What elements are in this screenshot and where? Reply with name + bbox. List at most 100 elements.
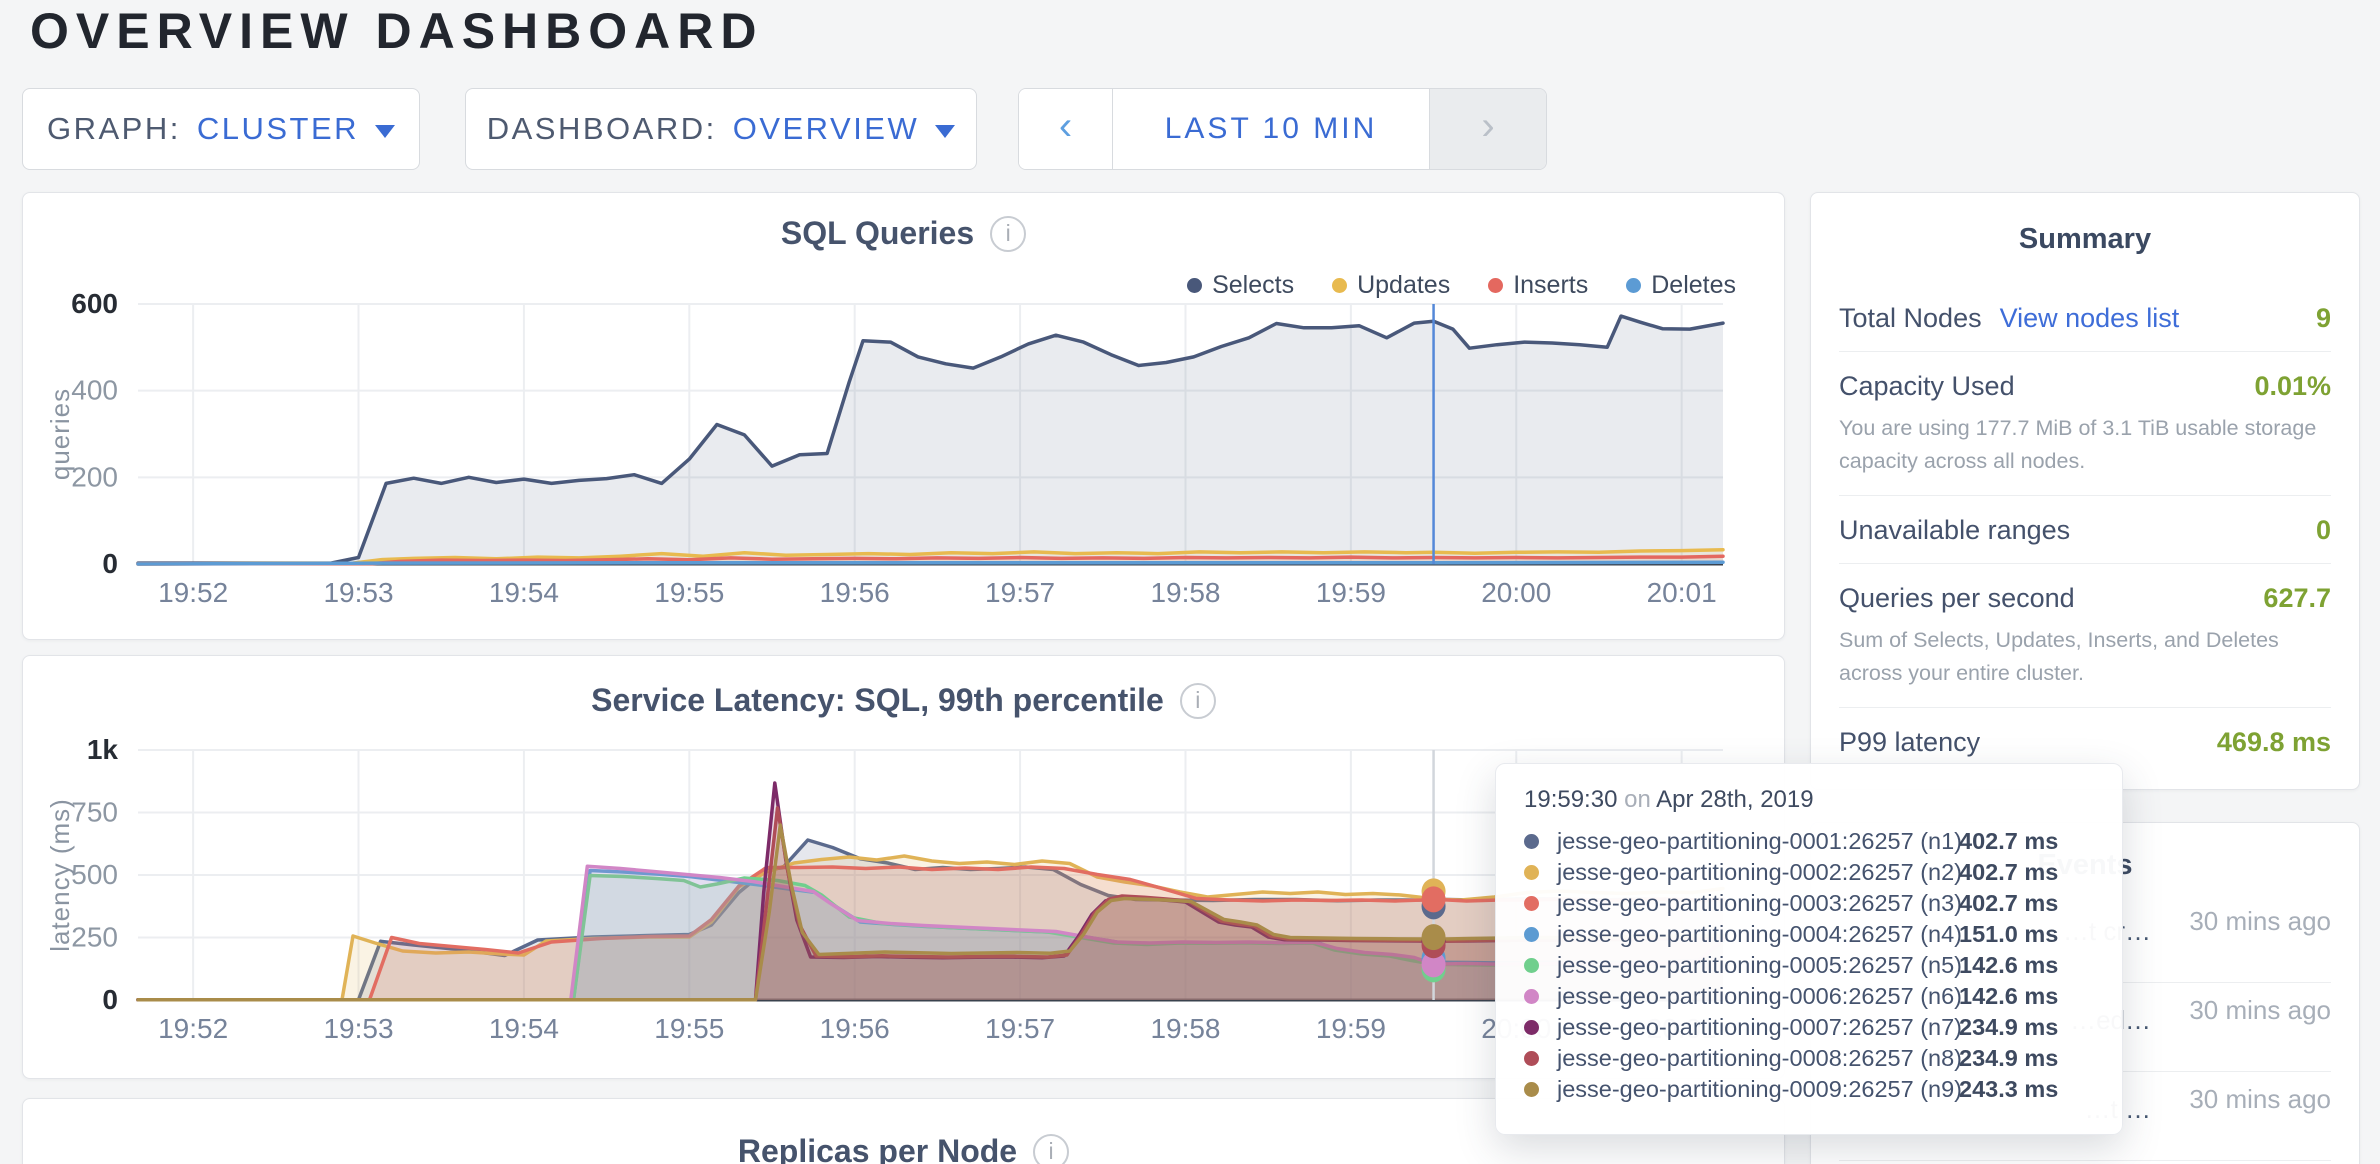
svg-text:19:53: 19:53 <box>323 577 393 608</box>
tooltip-node-name: jesse-geo-partitioning-0009:26257 (n9) <box>1557 1076 1959 1103</box>
tooltip-row: jesse-geo-partitioning-0008:26257 (n8)23… <box>1524 1043 2094 1074</box>
time-range-selector: ‹ LAST 10 MIN › <box>1018 88 1547 170</box>
summary-value: 469.8 ms <box>2217 727 2331 758</box>
time-next-button[interactable]: › <box>1429 89 1546 169</box>
node-dot-icon <box>1524 896 1539 911</box>
tooltip-node-value: 234.9 ms <box>1959 1014 2058 1041</box>
info-icon[interactable]: i <box>1180 683 1216 719</box>
svg-text:400: 400 <box>71 375 118 406</box>
tooltip-row: jesse-geo-partitioning-0007:26257 (n7)23… <box>1524 1012 2094 1043</box>
tooltip-node-value: 402.7 ms <box>1959 890 2058 917</box>
tooltip-date: Apr 28th, 2019 <box>1656 786 1813 813</box>
svg-text:19:57: 19:57 <box>985 577 1055 608</box>
tooltip-node-value: 142.6 ms <box>1959 952 2058 979</box>
svg-text:19:54: 19:54 <box>489 577 559 608</box>
svg-text:19:52: 19:52 <box>158 577 228 608</box>
summary-label: P99 latency <box>1839 727 1980 758</box>
sql-queries-title: SQL Queries <box>781 215 974 252</box>
summary-value: 9 <box>2316 303 2331 334</box>
svg-text:19:53: 19:53 <box>323 1013 393 1044</box>
info-icon[interactable]: i <box>1033 1134 1069 1164</box>
view-nodes-link[interactable]: View nodes list <box>2000 303 2180 334</box>
tooltip-node-name: jesse-geo-partitioning-0004:26257 (n4) <box>1557 921 1959 948</box>
tooltip-node-name: jesse-geo-partitioning-0008:26257 (n8) <box>1557 1045 1959 1072</box>
graph-dropdown[interactable]: GRAPH: CLUSTER <box>22 88 420 170</box>
tooltip-node-name: jesse-geo-partitioning-0001:26257 (n1) <box>1557 828 1959 855</box>
svg-text:19:59: 19:59 <box>1316 1013 1386 1044</box>
tooltip-node-value: 234.9 ms <box>1959 1045 2058 1072</box>
tooltip-time: 19:59:30 <box>1524 786 1617 813</box>
service-latency-title: Service Latency: SQL, 99th percentile <box>591 682 1164 719</box>
svg-text:19:57: 19:57 <box>985 1013 1055 1044</box>
svg-text:0: 0 <box>102 548 118 579</box>
tooltip-node-name: jesse-geo-partitioning-0002:26257 (n2) <box>1557 859 1959 886</box>
svg-text:19:58: 19:58 <box>1150 577 1220 608</box>
summary-label: Queries per second <box>1839 583 2075 614</box>
node-dot-icon <box>1524 989 1539 1004</box>
dashboard-dropdown[interactable]: DASHBOARD: OVERVIEW <box>465 88 977 170</box>
chevron-right-icon: › <box>1481 104 1494 149</box>
dashboard-dropdown-value: OVERVIEW <box>733 111 920 147</box>
dashboard-dropdown-label: DASHBOARD: <box>487 111 717 147</box>
tooltip-node-value: 402.7 ms <box>1959 859 2058 886</box>
overview-dashboard-page: OVERVIEW DASHBOARD GRAPH: CLUSTER DASHBO… <box>0 0 2380 1164</box>
node-dot-icon <box>1524 927 1539 942</box>
svg-text:19:56: 19:56 <box>820 577 890 608</box>
tooltip-node-name: jesse-geo-partitioning-0007:26257 (n7) <box>1557 1014 1959 1041</box>
node-dot-icon <box>1524 834 1539 849</box>
svg-text:19:56: 19:56 <box>820 1013 890 1044</box>
chevron-down-icon <box>375 125 395 138</box>
summary-label: Capacity Used <box>1839 371 2015 402</box>
svg-text:750: 750 <box>71 797 118 828</box>
time-prev-button[interactable]: ‹ <box>1019 89 1113 169</box>
node-dot-icon <box>1524 1082 1539 1097</box>
tooltip-node-name: jesse-geo-partitioning-0006:26257 (n6) <box>1557 983 1959 1010</box>
svg-text:200: 200 <box>71 461 118 492</box>
sql-queries-card: SQL Queries i SelectsUpdatesInsertsDelet… <box>22 192 1785 640</box>
page-title: OVERVIEW DASHBOARD <box>30 2 763 60</box>
summary-caption: Sum of Selects, Updates, Inserts, and De… <box>1839 624 2331 690</box>
summary-value: 0.01% <box>2254 371 2331 402</box>
event-time: 30 mins ago <box>2161 991 2331 1027</box>
graph-dropdown-label: GRAPH: <box>47 111 181 147</box>
summary-label: Unavailable ranges <box>1839 515 2070 546</box>
info-icon[interactable]: i <box>990 216 1026 252</box>
summary-caption: You are using 177.7 MiB of 3.1 TiB usabl… <box>1839 412 2331 478</box>
tooltip-row: jesse-geo-partitioning-0005:26257 (n5)14… <box>1524 950 2094 981</box>
node-dot-icon <box>1524 1020 1539 1035</box>
svg-text:1k: 1k <box>87 734 119 765</box>
tooltip-node-name: jesse-geo-partitioning-0003:26257 (n3) <box>1557 890 1959 917</box>
time-range-label[interactable]: LAST 10 MIN <box>1113 89 1429 169</box>
svg-text:queries: queries <box>45 388 75 480</box>
tooltip-row: jesse-geo-partitioning-0009:26257 (n9)24… <box>1524 1074 2094 1105</box>
summary-value: 627.7 <box>2263 583 2331 614</box>
svg-text:19:58: 19:58 <box>1150 1013 1220 1044</box>
svg-text:250: 250 <box>71 922 118 953</box>
svg-text:19:55: 19:55 <box>654 577 724 608</box>
svg-text:19:54: 19:54 <box>489 1013 559 1044</box>
replicas-per-node-title: Replicas per Node <box>738 1133 1017 1164</box>
svg-text:latency (ms): latency (ms) <box>45 798 75 952</box>
summary-row: Capacity Used 0.01% You are using 177.7 Mi… <box>1839 352 2331 496</box>
graph-dropdown-value: CLUSTER <box>197 111 359 147</box>
summary-value: 0 <box>2316 515 2331 546</box>
summary-row: Total Nodes View nodes list 9 <box>1839 284 2331 352</box>
node-dot-icon <box>1524 1051 1539 1066</box>
svg-text:19:52: 19:52 <box>158 1013 228 1044</box>
tooltip-node-value: 142.6 ms <box>1959 983 2058 1010</box>
sql-queries-chart[interactable]: 0 200 400 600 19:52 19:53 19:54 19:55 19:56 19:57… <box>43 289 1766 638</box>
svg-text:500: 500 <box>71 859 118 890</box>
svg-text:600: 600 <box>71 289 118 319</box>
event-time: 30 mins ago <box>2161 902 2331 938</box>
summary-row: Unavailable ranges 0 <box>1839 496 2331 564</box>
tooltip-conjunction: on <box>1624 786 1651 813</box>
tooltip-node-value: 402.7 ms <box>1959 828 2058 855</box>
event-time: 30 mins ago <box>2161 1080 2331 1116</box>
summary-title: Summary <box>1839 223 2331 256</box>
svg-text:0: 0 <box>102 984 118 1015</box>
tooltip-rows: jesse-geo-partitioning-0001:26257 (n1)40… <box>1524 826 2094 1105</box>
tooltip-node-name: jesse-geo-partitioning-0005:26257 (n5) <box>1557 952 1959 979</box>
svg-text:20:00: 20:00 <box>1481 577 1551 608</box>
node-dot-icon <box>1524 865 1539 880</box>
summary-label: Total Nodes <box>1839 303 1982 334</box>
